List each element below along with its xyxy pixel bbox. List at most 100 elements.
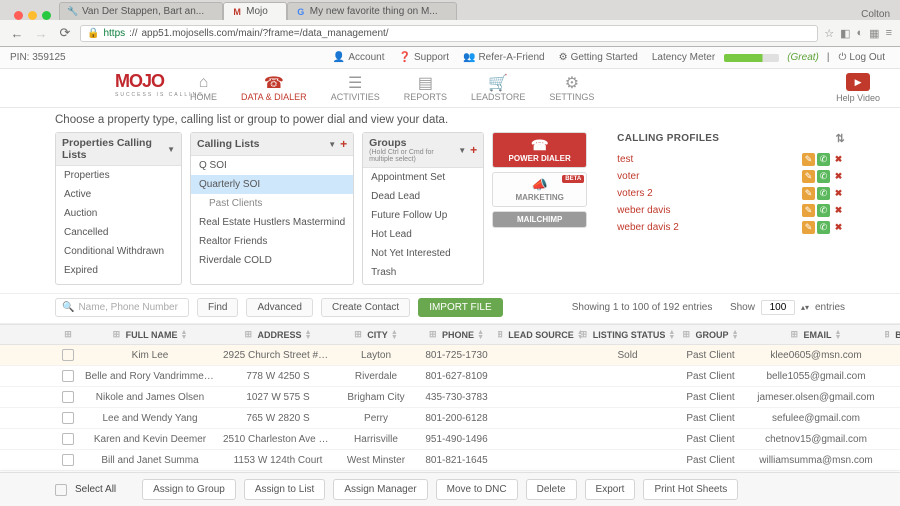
col-header[interactable]: ⊞ PHONE▲▼ — [415, 325, 498, 344]
expand-icon[interactable]: ⊞ — [245, 329, 253, 340]
sort-icon[interactable]: ▲▼ — [305, 330, 312, 340]
list-item[interactable]: Auction — [56, 204, 181, 223]
list-item[interactable]: Real Estate Hustlers Mastermind — [191, 213, 353, 232]
list-item[interactable]: Future Follow Up — [363, 206, 483, 225]
edit-icon[interactable]: ✎ — [802, 153, 815, 166]
call-icon[interactable]: ✆ — [817, 204, 830, 217]
col-header[interactable]: ⊞ FULL NAME▲▼ — [81, 325, 219, 344]
browser-tab-1[interactable]: 🔧Van Der Stappen, Bart an... — [59, 2, 223, 20]
list-item[interactable]: Dead Lead — [363, 187, 483, 206]
action-assign-to-group[interactable]: Assign to Group — [142, 479, 236, 500]
call-icon[interactable]: ✆ — [817, 153, 830, 166]
select-all-checkbox[interactable] — [55, 484, 67, 496]
table-row[interactable]: Karen and Kevin Deemer 2510 Charleston A… — [0, 429, 900, 450]
action-assign-manager[interactable]: Assign Manager — [333, 479, 427, 500]
ext-icon-1[interactable]: ◧ — [840, 27, 850, 40]
maximize-dot[interactable] — [42, 11, 51, 20]
delete-icon[interactable]: ✖ — [832, 153, 845, 166]
mojo-logo[interactable]: MOJO SUCCESS IS CALLING — [115, 71, 204, 98]
row-checkbox[interactable] — [62, 349, 74, 361]
stepper-icon[interactable]: ▴▾ — [801, 303, 809, 312]
table-row[interactable]: Lee and Wendy Yang 765 W 2820 S Perry 80… — [0, 408, 900, 429]
list-item[interactable]: Conditional Withdrawn — [56, 242, 181, 261]
call-icon[interactable]: ✆ — [817, 170, 830, 183]
col-header[interactable]: ⊞ GROUP▲▼ — [674, 325, 747, 344]
menu-icon[interactable]: ≡ — [886, 27, 892, 40]
advanced-button[interactable]: Advanced — [246, 298, 312, 317]
ext-icon-2[interactable]: ◐ — [857, 27, 864, 40]
ext-icon-3[interactable]: ▦ — [869, 27, 879, 40]
row-checkbox[interactable] — [62, 412, 74, 424]
table-row[interactable]: Nikole and James Olsen 1027 W 575 S Brig… — [0, 387, 900, 408]
row-checkbox[interactable] — [62, 433, 74, 445]
nav-reports[interactable]: ▤ REPORTS — [404, 74, 447, 102]
table-row[interactable]: Kim Lee 2925 Church Street #B201 Layton … — [0, 345, 900, 366]
list-item[interactable]: Realtor Friends — [191, 232, 353, 251]
action-export[interactable]: Export — [585, 479, 636, 500]
account-link[interactable]: 👤Account — [328, 50, 390, 65]
nav-activities[interactable]: ☰ ACTIVITIES — [331, 74, 380, 102]
window-controls[interactable] — [6, 11, 59, 20]
support-link[interactable]: ❓Support — [394, 50, 454, 65]
search-input[interactable]: 🔍Name, Phone Number — [55, 298, 189, 317]
expand-icon[interactable]: ⊞ — [64, 329, 72, 340]
table-row[interactable]: Belle and Rory Vandrimmelen 778 W 4250 S… — [0, 366, 900, 387]
create-contact-button[interactable]: Create Contact — [321, 298, 410, 317]
getting-started-link[interactable]: ⚙Getting Started — [554, 50, 643, 65]
expand-icon[interactable]: ⊞ — [683, 329, 691, 340]
browser-tab-2[interactable]: MMojo — [223, 2, 287, 20]
profile-name[interactable]: voter — [617, 171, 800, 182]
list-item[interactable]: Expired — [56, 261, 181, 280]
help-video[interactable]: ▶ Help Video — [836, 73, 880, 103]
expand-icon[interactable]: ⊞ — [113, 329, 121, 340]
col-header[interactable]: ⊞ CITY▲▼ — [337, 325, 415, 344]
minimize-dot[interactable] — [28, 11, 37, 20]
list-item[interactable]: ROY COLD #1 — [191, 270, 353, 274]
expand-icon[interactable]: ⊞ — [429, 329, 437, 340]
action-move-to-dnc[interactable]: Move to DNC — [436, 479, 518, 500]
profile-name[interactable]: test — [617, 154, 800, 165]
row-checkbox[interactable] — [62, 391, 74, 403]
profile-name[interactable]: weber davis 2 — [617, 222, 800, 233]
col-header[interactable]: ⊞ BIRTHDAY▲▼ — [885, 325, 900, 344]
list-item[interactable]: Past Clients — [191, 194, 353, 213]
list-item[interactable]: Active — [56, 185, 181, 204]
col-header[interactable]: ⊞ EMAIL▲▼ — [747, 325, 885, 344]
row-checkbox[interactable] — [62, 454, 74, 466]
nav-leadstore[interactable]: 🛒 LEADSTORE — [471, 74, 525, 102]
expand-icon[interactable]: ⊞ — [885, 329, 890, 340]
profile-name[interactable]: weber davis — [617, 205, 800, 216]
expand-icon[interactable]: ⊞ — [791, 329, 799, 340]
mailchimp-button[interactable]: MAILCHIMP — [492, 211, 587, 228]
list-item[interactable]: Appointment Set — [363, 168, 483, 187]
action-print-hot-sheets[interactable]: Print Hot Sheets — [643, 479, 738, 500]
sort-icon[interactable]: ▲▼ — [835, 330, 842, 340]
delete-icon[interactable]: ✖ — [832, 170, 845, 183]
row-checkbox[interactable] — [62, 370, 74, 382]
logout-link[interactable]: ⏻ Log Out — [833, 50, 890, 65]
chrome-profile[interactable]: Colton — [861, 9, 900, 20]
list-item[interactable]: Trash — [363, 263, 483, 278]
list-item[interactable]: Riverdale COLD — [191, 251, 353, 270]
close-dot[interactable] — [14, 11, 23, 20]
col-header[interactable]: ⊞ LISTING STATUS▲▼ — [581, 325, 674, 344]
list-item[interactable]: Not Yet Interested — [363, 244, 483, 263]
list-item[interactable]: Hot Lead — [363, 225, 483, 244]
delete-icon[interactable]: ✖ — [832, 204, 845, 217]
profile-name[interactable]: voters 2 — [617, 188, 800, 199]
nav-settings[interactable]: ⚙ SETTINGS — [549, 74, 594, 102]
chevron-down-icon[interactable]: ▼ — [458, 146, 466, 155]
find-button[interactable]: Find — [197, 298, 238, 317]
marketing-button[interactable]: BETA 📣 MARKETING — [492, 172, 587, 207]
edit-icon[interactable]: ✎ — [802, 170, 815, 183]
address-bar[interactable]: 🔒 https://app51.mojosells.com/main/?fram… — [80, 25, 818, 42]
edit-icon[interactable]: ✎ — [802, 187, 815, 200]
star-icon[interactable]: ☆ — [824, 27, 834, 40]
edit-icon[interactable]: ✎ — [802, 204, 815, 217]
call-icon[interactable]: ✆ — [817, 187, 830, 200]
list-item[interactable]: Cancelled — [56, 223, 181, 242]
refer-link[interactable]: 👥Refer-A-Friend — [458, 50, 550, 65]
col-header[interactable]: ⊞ ADDRESS▲▼ — [219, 325, 337, 344]
expand-icon[interactable]: ⊞ — [498, 329, 503, 340]
delete-icon[interactable]: ✖ — [832, 187, 845, 200]
